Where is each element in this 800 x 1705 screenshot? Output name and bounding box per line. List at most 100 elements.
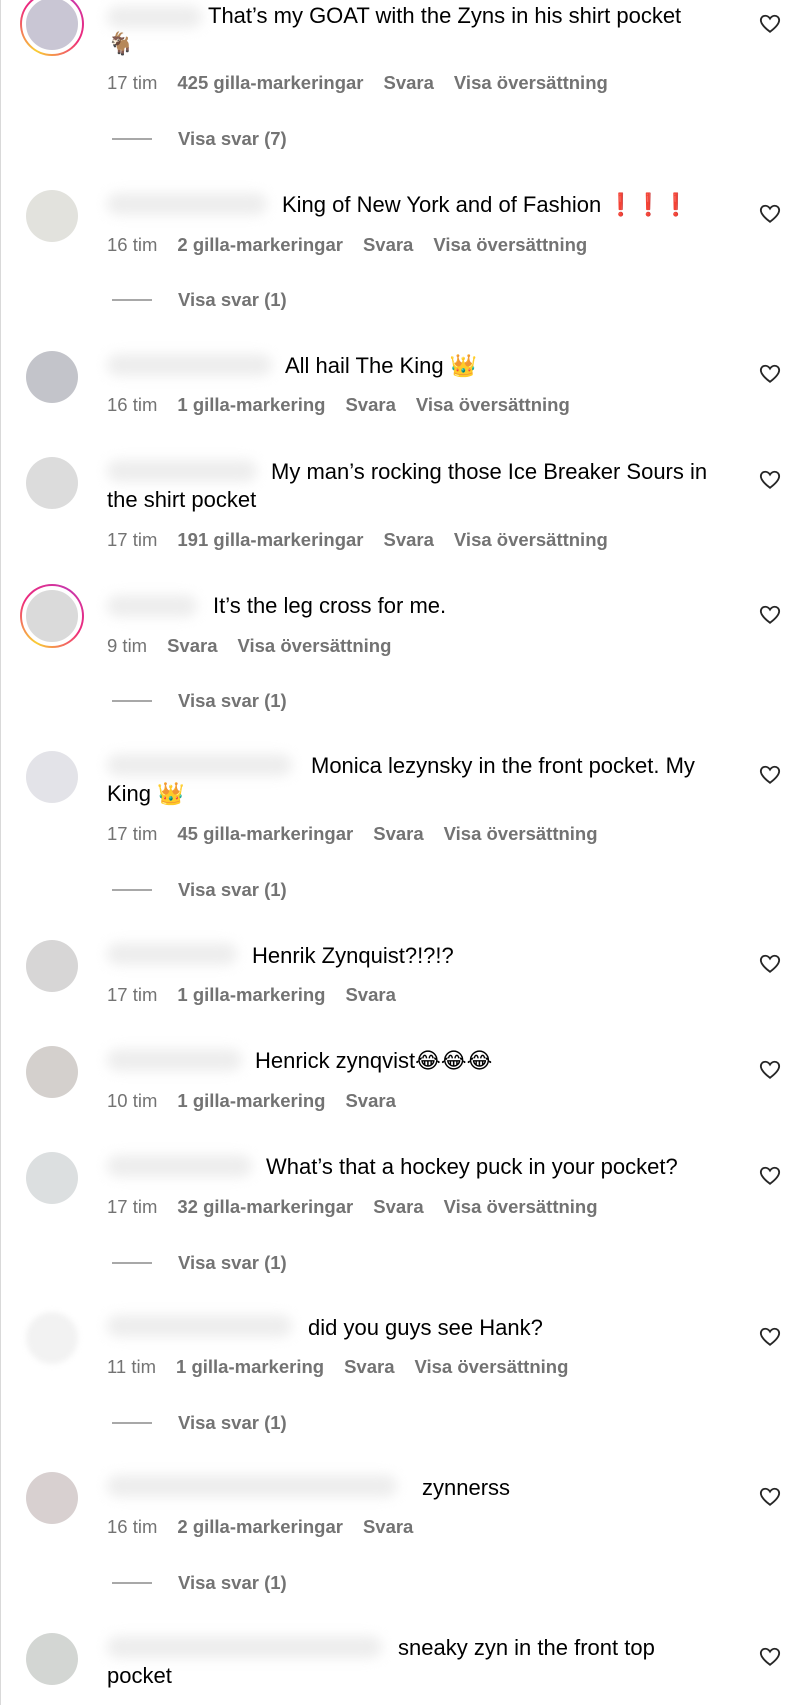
likes-count[interactable]: 1 gilla-markering bbox=[177, 394, 325, 416]
timestamp: 10 tim bbox=[107, 1090, 158, 1111]
comment-text: My man’s rocking those Ice Breaker Sours… bbox=[107, 459, 708, 512]
timestamp: 16 tim bbox=[107, 234, 158, 255]
reply-button[interactable]: Svara bbox=[345, 394, 395, 416]
likes-count[interactable]: 425 gilla-markeringar bbox=[177, 72, 363, 94]
translate-button[interactable]: Visa översättning bbox=[454, 529, 608, 551]
avatar[interactable] bbox=[20, 451, 84, 515]
timestamp: 16 tim bbox=[107, 394, 158, 415]
avatar[interactable] bbox=[20, 1146, 84, 1210]
translate-button[interactable]: Visa översättning bbox=[433, 234, 587, 256]
translate-button[interactable]: Visa översättning bbox=[444, 823, 598, 845]
avatar[interactable] bbox=[20, 1627, 84, 1691]
likes-count[interactable]: 45 gilla-markeringar bbox=[177, 823, 353, 845]
reply-button[interactable]: Svara bbox=[363, 1516, 413, 1538]
comment-text: did you guys see Hank? bbox=[308, 1315, 543, 1340]
comment-text: zynnerss bbox=[422, 1475, 511, 1500]
likes-count[interactable]: 1 gilla-markering bbox=[177, 1090, 325, 1112]
heart-icon[interactable] bbox=[759, 1059, 781, 1081]
timestamp: 11 tim bbox=[107, 1356, 157, 1377]
avatar[interactable] bbox=[20, 184, 84, 248]
timestamp: 17 tim bbox=[107, 823, 158, 844]
avatar[interactable] bbox=[20, 1040, 84, 1104]
heart-icon[interactable] bbox=[759, 469, 781, 491]
avatar[interactable] bbox=[20, 584, 84, 648]
timestamp: 16 tim bbox=[107, 1516, 158, 1537]
timestamp: 17 tim bbox=[107, 1196, 158, 1217]
goat-emoji: 🐐 bbox=[107, 32, 135, 57]
avatar[interactable] bbox=[20, 934, 84, 998]
comment-text: Henrik Zynquist?!?!? bbox=[252, 943, 454, 968]
comment-text: All hail The King 👑 bbox=[285, 353, 478, 379]
heart-icon[interactable] bbox=[759, 1326, 781, 1348]
reply-button[interactable]: Svara bbox=[384, 72, 434, 94]
comment-text: That’s my GOAT with the Zyns in his shir… bbox=[107, 3, 682, 57]
timestamp: 9 tim bbox=[107, 635, 148, 656]
comment-meta: 17 tim 191 gilla-markeringar Svara Visa … bbox=[107, 529, 628, 551]
avatar[interactable] bbox=[20, 745, 84, 809]
crown-emoji: 👑 bbox=[449, 354, 478, 379]
avatar[interactable] bbox=[20, 0, 84, 56]
heart-icon[interactable] bbox=[759, 1486, 781, 1508]
reply-button[interactable]: Svara bbox=[344, 1356, 394, 1378]
comment-text: Monica lezynsky in the front pocket. My K… bbox=[107, 753, 695, 807]
left-border bbox=[0, 0, 1, 1705]
view-replies-button[interactable]: Visa svar (1) bbox=[112, 289, 287, 311]
heart-icon[interactable] bbox=[759, 953, 781, 975]
likes-count[interactable]: 1 gilla-markering bbox=[177, 984, 325, 1006]
comment-text: King of New York and of Fashion ❗❗❗ bbox=[282, 192, 690, 218]
view-replies-button[interactable]: Visa svar (7) bbox=[112, 128, 287, 150]
translate-button[interactable]: Visa översättning bbox=[414, 1356, 568, 1378]
reply-button[interactable]: Svara bbox=[373, 1196, 423, 1218]
translate-button[interactable]: Visa översättning bbox=[454, 72, 608, 94]
reply-button[interactable]: Svara bbox=[363, 234, 413, 256]
likes-count[interactable]: 1 gilla-markering bbox=[176, 1356, 324, 1378]
comment-text: sneaky zyn in the front top pocket bbox=[107, 1635, 655, 1688]
avatar[interactable] bbox=[20, 345, 84, 409]
view-replies-button[interactable]: Visa svar (1) bbox=[112, 690, 287, 712]
translate-button[interactable]: Visa översättning bbox=[238, 635, 392, 657]
comment-meta: 16 tim 2 gilla-markeringar Svara bbox=[107, 1516, 433, 1538]
likes-count[interactable]: 32 gilla-markeringar bbox=[177, 1196, 353, 1218]
heart-icon[interactable] bbox=[759, 1646, 781, 1668]
heart-icon[interactable] bbox=[759, 1165, 781, 1187]
comment-meta: 11 tim 1 gilla-markering Svara Visa över… bbox=[107, 1356, 588, 1378]
heart-icon[interactable] bbox=[759, 203, 781, 225]
comment-text: It’s the leg cross for me. bbox=[213, 593, 447, 618]
timestamp: 17 tim bbox=[107, 984, 158, 1005]
heart-icon[interactable] bbox=[759, 604, 781, 626]
comment-meta: 17 tim 32 gilla-markeringar Svara Visa ö… bbox=[107, 1196, 618, 1218]
likes-count[interactable]: 191 gilla-markeringar bbox=[177, 529, 363, 551]
translate-button[interactable]: Visa översättning bbox=[444, 1196, 598, 1218]
comment-meta: 17 tim 1 gilla-markering Svara bbox=[107, 984, 416, 1006]
reply-button[interactable]: Svara bbox=[373, 823, 423, 845]
view-replies-button[interactable]: Visa svar (1) bbox=[112, 1252, 287, 1274]
reply-button[interactable]: Svara bbox=[384, 529, 434, 551]
likes-count[interactable]: 2 gilla-markeringar bbox=[177, 234, 343, 256]
comment-text: What’s that a hockey puck in your pocket… bbox=[266, 1154, 678, 1179]
heart-icon[interactable] bbox=[759, 13, 781, 35]
heart-icon[interactable] bbox=[759, 363, 781, 385]
reply-button[interactable]: Svara bbox=[167, 635, 217, 657]
comment-meta: 17 tim 45 gilla-markeringar Svara Visa ö… bbox=[107, 823, 618, 845]
avatar[interactable] bbox=[20, 1466, 84, 1530]
comment-meta: 16 tim 2 gilla-markeringar Svara Visa öv… bbox=[107, 234, 607, 256]
exclamation-emoji: ❗❗❗ bbox=[607, 193, 690, 218]
reply-button[interactable]: Svara bbox=[345, 984, 395, 1006]
view-replies-button[interactable]: Visa svar (1) bbox=[112, 1412, 287, 1434]
likes-count[interactable]: 2 gilla-markeringar bbox=[177, 1516, 343, 1538]
comment-text: Henrick zynqvist😂😂😂 bbox=[255, 1048, 493, 1074]
translate-button[interactable]: Visa översättning bbox=[416, 394, 570, 416]
view-replies-button[interactable]: Visa svar (1) bbox=[112, 879, 287, 901]
laughing-emoji: 😂😂😂 bbox=[415, 1049, 493, 1074]
timestamp: 17 tim bbox=[107, 529, 158, 550]
comment-meta: 10 tim 1 gilla-markering Svara bbox=[107, 1090, 416, 1112]
view-replies-button[interactable]: Visa svar (1) bbox=[112, 1572, 287, 1594]
comment-meta: 16 tim 1 gilla-markering Svara Visa över… bbox=[107, 394, 590, 416]
timestamp: 17 tim bbox=[107, 72, 158, 93]
crown-emoji: 👑 bbox=[157, 782, 185, 807]
avatar[interactable] bbox=[20, 1306, 84, 1370]
comment-meta: 17 tim 425 gilla-markeringar Svara Visa … bbox=[107, 72, 628, 94]
heart-icon[interactable] bbox=[759, 764, 781, 786]
comment-meta: 9 tim Svara Visa översättning bbox=[107, 635, 411, 657]
reply-button[interactable]: Svara bbox=[345, 1090, 395, 1112]
